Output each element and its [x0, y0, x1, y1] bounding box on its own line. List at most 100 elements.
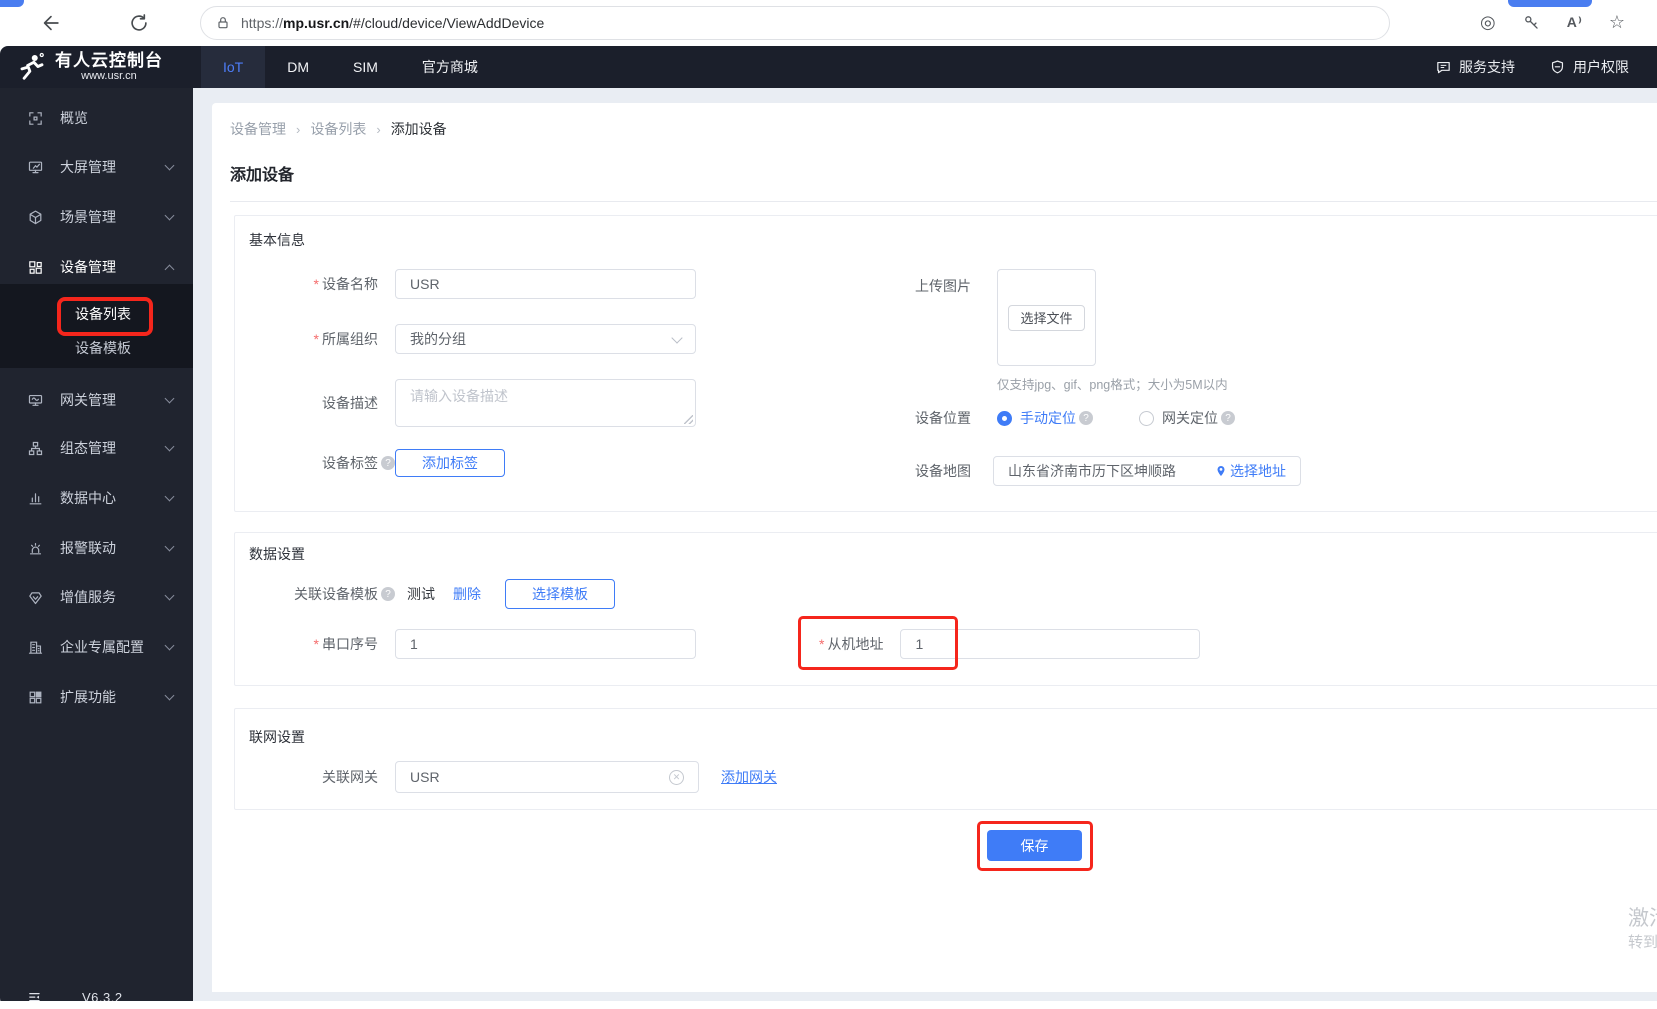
chat-bubble-icon [1435, 59, 1452, 76]
address-bar[interactable]: https://mp.usr.cn/#/cloud/device/ViewAdd… [200, 6, 1390, 40]
tab-iot[interactable]: IoT [201, 46, 266, 88]
section-title-basic: 基本信息 [249, 232, 305, 248]
building-icon [27, 639, 44, 656]
browser-back-icon[interactable] [40, 12, 62, 34]
serial-port-input[interactable]: 1 [395, 629, 696, 659]
gateway-locate-label[interactable]: 网关定位 [1162, 408, 1218, 428]
user-permission-link[interactable]: 用户权限 [1549, 57, 1629, 77]
sidebar-item-label: 网关管理 [60, 392, 116, 408]
favorites-star-icon[interactable]: ☆ [1609, 10, 1625, 34]
user-permission-label: 用户权限 [1573, 59, 1629, 75]
tab-dm[interactable]: DM [265, 46, 331, 88]
read-aloud-icon[interactable]: A⁾ [1567, 14, 1583, 31]
data-settings-section: 数据设置 关联设备模板 ? 测试 删除 选择模板 * 串口序号 1 * 从机地址 1 [234, 532, 1657, 686]
url-text: https://mp.usr.cn/#/cloud/device/ViewAdd… [241, 15, 545, 31]
choose-template-button[interactable]: 选择模板 [505, 579, 615, 609]
map-address-input[interactable]: 山东省济南市历下区坤顺路 选择地址 [993, 456, 1301, 486]
site-lock-icon[interactable] [215, 15, 231, 31]
help-icon[interactable]: ? [1079, 411, 1093, 425]
sidebar-item-overview[interactable]: 概览 [0, 98, 193, 138]
network-settings-section: 联网设置 关联网关 USR ✕ 添加网关 [234, 708, 1657, 810]
sidebar-item-device-mgmt[interactable]: 设备管理 [0, 247, 193, 287]
browser-toolbar: https://mp.usr.cn/#/cloud/device/ViewAdd… [0, 0, 1657, 46]
sidebar-item-alarm-linkage[interactable]: 报警联动 [0, 528, 193, 568]
chevron-down-icon [164, 541, 175, 551]
upload-label: 上传图片 [915, 278, 971, 294]
sidebar-item-label: 组态管理 [60, 440, 116, 456]
browser-refresh-icon[interactable] [128, 12, 150, 34]
activation-watermark: 激活 转到 [1628, 907, 1657, 951]
linked-gateway-input[interactable]: USR ✕ [395, 761, 699, 793]
breadcrumb-separator: › [376, 121, 381, 137]
topology-icon [27, 440, 44, 457]
breadcrumb-current: 添加设备 [390, 121, 447, 137]
app-logo[interactable]: 有人云控制台 www.usr.cn [0, 46, 193, 88]
tracking-target-icon[interactable]: ◎ [1480, 10, 1496, 34]
sidebar-item-screen-mgmt[interactable]: 大屏管理 [0, 147, 193, 187]
chevron-down-icon [164, 491, 175, 501]
password-key-icon[interactable] [1522, 13, 1541, 32]
sidebar-item-label: 报警联动 [60, 540, 116, 556]
sidebar-item-label: 设备管理 [60, 259, 116, 275]
device-name-label: * 设备名称 [313, 276, 378, 292]
add-gateway-link[interactable]: 添加网关 [721, 767, 777, 787]
choose-file-button[interactable]: 选择文件 [1008, 304, 1085, 331]
chevron-down-icon [164, 210, 175, 220]
delete-template-link[interactable]: 删除 [453, 584, 481, 604]
sidebar-item-gateway-mgmt[interactable]: 网关管理 [0, 380, 193, 420]
slave-address-input[interactable]: 1 [900, 629, 1201, 659]
basic-info-section: 基本信息 * 设备名称 USR * 所属组织 我的分组 设备描述 请输入设备描述 设… [234, 215, 1657, 512]
bar-chart-icon [27, 490, 44, 507]
sidebar-item-scene-mgmt[interactable]: 场景管理 [0, 197, 193, 237]
sidebar-item-device-list[interactable]: 设备列表 [0, 296, 193, 332]
sidebar-item-label: 大屏管理 [60, 159, 116, 175]
manual-locate-radio[interactable] [997, 410, 1012, 426]
alarm-icon [27, 540, 44, 557]
breadcrumb: 设备管理 › 设备列表 › 添加设备 [230, 119, 447, 139]
divider [230, 201, 1657, 202]
service-support-link[interactable]: 服务支持 [1435, 57, 1515, 77]
sidebar-item-enterprise-config[interactable]: 企业专属配置 [0, 627, 193, 667]
sidebar-item-label: 场景管理 [60, 209, 116, 225]
browser-tab-fragment-left [0, 0, 24, 7]
sidebar-item-label: 数据中心 [60, 490, 116, 506]
save-button[interactable]: 保存 [987, 830, 1082, 861]
sidebar-item-scada-mgmt[interactable]: 组态管理 [0, 428, 193, 468]
service-support-label: 服务支持 [1459, 59, 1515, 75]
desc-label: 设备描述 [322, 395, 378, 411]
help-icon[interactable]: ? [381, 456, 395, 470]
breadcrumb-device-list[interactable]: 设备列表 [310, 119, 366, 139]
desc-textarea[interactable]: 请输入设备描述 [395, 379, 696, 427]
sidebar-item-value-added[interactable]: 增值服务 [0, 577, 193, 617]
breadcrumb-device-mgmt[interactable]: 设备管理 [230, 119, 286, 139]
window-bottom-strip [0, 1001, 1657, 1008]
org-select[interactable]: 我的分组 [395, 324, 696, 354]
tab-mall[interactable]: 官方商城 [400, 46, 500, 88]
sidebar-item-extensions[interactable]: 扩展功能 [0, 677, 193, 717]
sidebar-item-device-template[interactable]: 设备模板 [0, 330, 193, 366]
device-name-input[interactable]: USR [395, 269, 696, 299]
breadcrumb-separator: › [296, 121, 301, 137]
header-nav: IoT DM SIM 官方商城 [201, 46, 500, 88]
resize-grip-icon[interactable] [684, 415, 693, 424]
manual-locate-label[interactable]: 手动定位 [1020, 408, 1076, 428]
usr-person-logo-icon [16, 52, 46, 82]
section-title-network: 联网设置 [249, 729, 305, 745]
tab-sim[interactable]: SIM [331, 46, 400, 88]
add-tag-button[interactable]: 添加标签 [395, 449, 505, 477]
device-grid-icon [27, 259, 44, 276]
clear-input-icon[interactable]: ✕ [669, 769, 684, 785]
slave-address-label: * 从机地址 [819, 636, 884, 652]
help-icon[interactable]: ? [1221, 411, 1235, 425]
template-label: 关联设备模板 [294, 586, 378, 602]
sidebar-item-data-center[interactable]: 数据中心 [0, 478, 193, 518]
choose-address-link[interactable]: 选择地址 [1215, 461, 1286, 481]
upload-dropzone[interactable]: 选择文件 [997, 269, 1096, 366]
shield-icon [1549, 59, 1566, 76]
help-icon[interactable]: ? [381, 587, 395, 601]
chevron-down-icon [164, 640, 175, 650]
chevron-down-icon [164, 441, 175, 451]
map-pin-icon [1217, 466, 1225, 476]
gateway-locate-radio[interactable] [1139, 410, 1154, 426]
app-subtitle: www.usr.cn [81, 70, 137, 82]
